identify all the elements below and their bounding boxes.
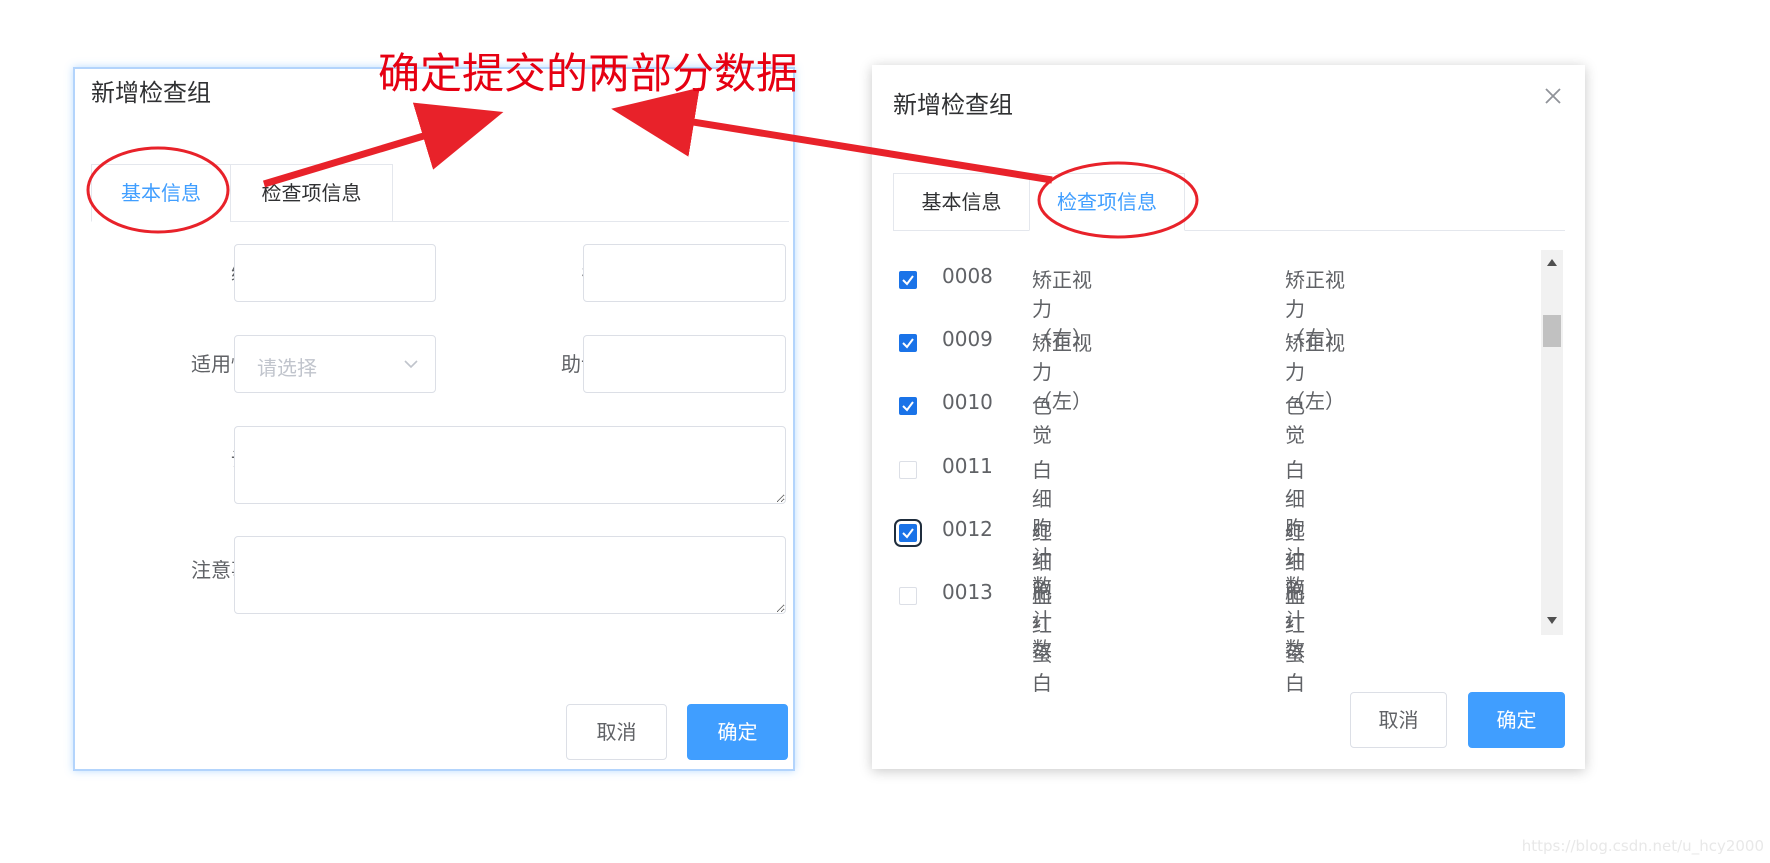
watermark: https://blog.csdn.net/u_hcy2000: [1521, 837, 1764, 855]
annotation-overlay: [86, 87, 1199, 239]
annotation-arrow-left: [262, 102, 504, 188]
annotation-ellipse-left: [86, 146, 230, 234]
annotation-ellipse-right: [1037, 161, 1199, 239]
annotation-text: 确定提交的两部分数据: [378, 49, 799, 98]
annotation-arrow-right: [611, 87, 1053, 184]
